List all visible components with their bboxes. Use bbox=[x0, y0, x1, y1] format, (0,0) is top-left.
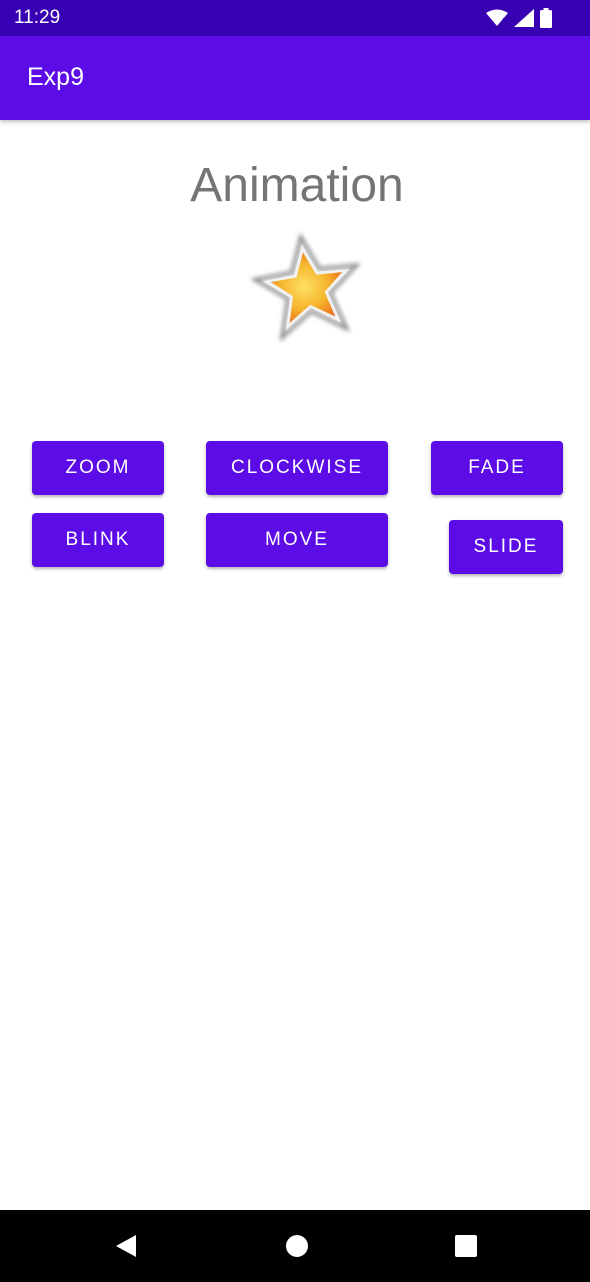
navigation-bar bbox=[0, 1210, 590, 1282]
slide-button[interactable]: SLIDE bbox=[449, 520, 563, 574]
blink-button[interactable]: BLINK bbox=[32, 513, 164, 567]
clockwise-button[interactable]: CLOCKWISE bbox=[206, 441, 388, 495]
recents-icon[interactable] bbox=[452, 1232, 480, 1260]
page-title: Animation bbox=[190, 159, 404, 212]
star-icon bbox=[246, 226, 370, 350]
signal-icon bbox=[514, 9, 534, 27]
move-button[interactable]: MOVE bbox=[206, 513, 388, 567]
status-bar: 11:29 bbox=[0, 0, 590, 36]
home-icon[interactable] bbox=[283, 1232, 311, 1260]
zoom-button[interactable]: ZOOM bbox=[32, 441, 164, 495]
battery-icon bbox=[540, 8, 552, 28]
back-icon[interactable] bbox=[112, 1232, 140, 1260]
fade-button[interactable]: FADE bbox=[431, 441, 563, 495]
status-time: 11:29 bbox=[14, 7, 61, 28]
app-bar: Exp9 bbox=[0, 36, 590, 120]
wifi-icon bbox=[486, 9, 508, 27]
status-icons bbox=[486, 8, 552, 28]
app-title: Exp9 bbox=[27, 63, 84, 91]
